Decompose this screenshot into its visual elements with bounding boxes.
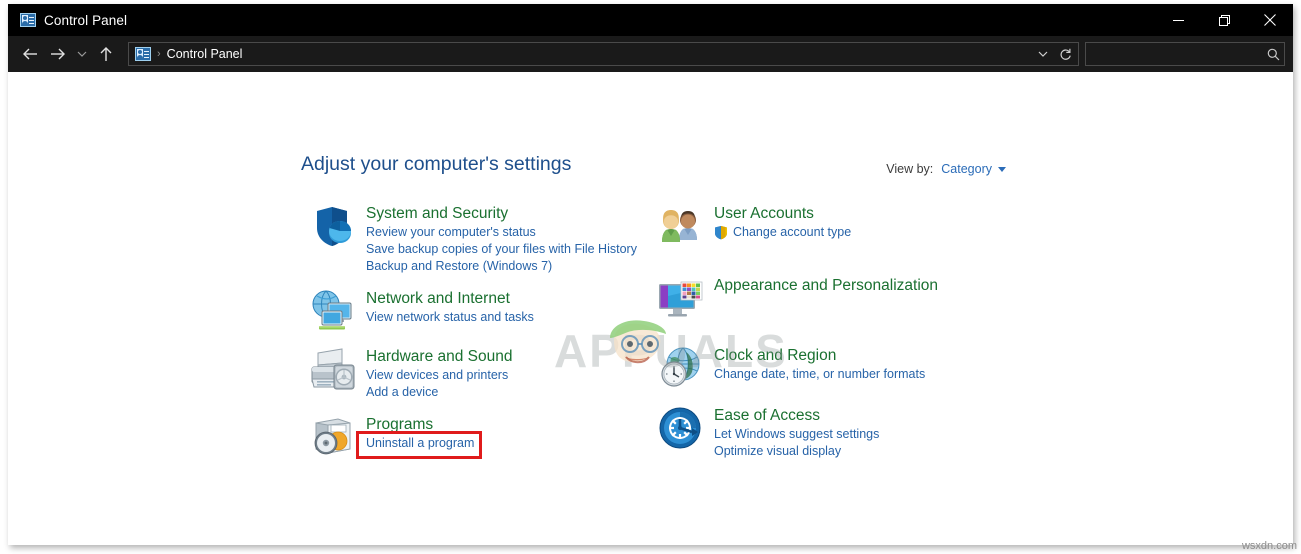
maximize-button[interactable] [1201, 4, 1247, 36]
forward-button[interactable] [44, 39, 72, 69]
control-panel-icon [20, 13, 36, 27]
breadcrumb-control-panel-icon [135, 47, 151, 61]
category-link[interactable]: Let Windows suggest settings [714, 426, 879, 443]
control-panel-window: Control Panel › Control Panel Adjust you… [8, 4, 1293, 545]
category-link[interactable]: Backup and Restore (Windows 7) [366, 258, 637, 275]
category-clock-and-region: Clock and Region Change date, time, or n… [656, 344, 986, 392]
category-title[interactable]: Appearance and Personalization [714, 276, 938, 296]
corner-credit: wsxdn.com [1241, 540, 1297, 552]
search-box[interactable] [1085, 42, 1285, 66]
view-by-control: View by: Category [886, 162, 1006, 176]
clock-globe-icon [656, 344, 704, 392]
category-link[interactable]: Optimize visual display [714, 443, 879, 460]
left-category-column: System and Security Review your computer… [308, 202, 638, 475]
recent-locations-chevron-down-icon[interactable] [72, 39, 92, 69]
category-link[interactable]: Save backup copies of your files with Fi… [366, 241, 637, 258]
category-link-label: Change account type [733, 225, 852, 239]
caret-down-icon[interactable] [998, 166, 1006, 172]
programs-disc-icon [308, 413, 356, 461]
category-title[interactable]: Programs [366, 415, 474, 435]
category-link[interactable]: View network status and tasks [366, 309, 534, 326]
category-link[interactable]: View devices and printers [366, 367, 513, 384]
category-network-and-internet: Network and Internet View network status… [308, 287, 638, 335]
category-title[interactable]: Hardware and Sound [366, 347, 513, 367]
address-breadcrumb-bar[interactable]: › Control Panel [128, 42, 1079, 66]
shield-security-icon [308, 202, 356, 250]
printer-icon [308, 345, 356, 393]
window-controls [1155, 4, 1293, 36]
category-link[interactable]: Review your computer's status [366, 224, 637, 241]
title-bar: Control Panel [8, 4, 1293, 36]
category-ease-of-access: Ease of Access Let Windows suggest setti… [656, 404, 986, 460]
category-title[interactable]: Network and Internet [366, 289, 534, 309]
category-title[interactable]: Clock and Region [714, 346, 925, 366]
appearance-monitor-icon [656, 274, 704, 322]
ease-of-access-icon [656, 404, 704, 452]
category-link-uninstall-a-program[interactable]: Uninstall a program [366, 435, 474, 452]
right-category-column: User Accounts Change account type Appear… [656, 202, 986, 474]
network-globe-monitor-icon [308, 287, 356, 335]
window-title: Control Panel [44, 12, 128, 28]
search-icon[interactable] [1262, 43, 1284, 65]
category-title[interactable]: System and Security [366, 204, 637, 224]
category-hardware-and-sound: Hardware and Sound View devices and prin… [308, 345, 638, 401]
breadcrumb-separator: › [157, 48, 161, 60]
category-title[interactable]: Ease of Access [714, 406, 879, 426]
category-programs: Programs Uninstall a program [308, 413, 638, 461]
address-toolbar: › Control Panel [8, 36, 1293, 72]
category-user-accounts: User Accounts Change account type [656, 202, 986, 250]
back-button[interactable] [16, 39, 44, 69]
address-chevron-down-icon[interactable] [1032, 43, 1054, 65]
category-link[interactable]: Change date, time, or number formats [714, 366, 925, 383]
search-input[interactable] [1086, 46, 1262, 62]
refresh-icon[interactable] [1054, 43, 1076, 65]
minimize-button[interactable] [1155, 4, 1201, 36]
uac-shield-icon [714, 225, 728, 240]
page-title: Adjust your computer's settings [301, 153, 572, 175]
up-button[interactable] [92, 39, 120, 69]
category-link-change-account-type[interactable]: Change account type [714, 224, 851, 241]
view-by-value[interactable]: Category [941, 162, 992, 176]
category-link[interactable]: Add a device [366, 384, 513, 401]
view-by-label: View by: [886, 162, 934, 176]
category-title[interactable]: User Accounts [714, 204, 851, 224]
control-panel-content: Adjust your computer's settings View by:… [8, 72, 1293, 545]
category-system-and-security: System and Security Review your computer… [308, 202, 638, 275]
close-button[interactable] [1247, 4, 1293, 36]
user-accounts-people-icon [656, 202, 704, 250]
breadcrumb-path[interactable]: Control Panel [167, 47, 243, 61]
category-appearance-and-personalization: Appearance and Personalization [656, 274, 986, 322]
